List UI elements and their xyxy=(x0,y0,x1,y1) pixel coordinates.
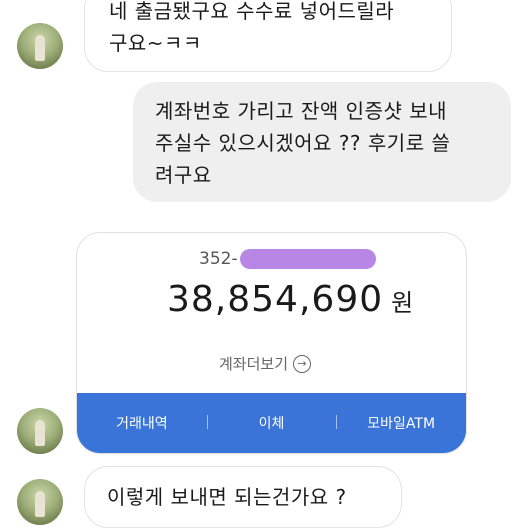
tab-transfer[interactable]: 이체 xyxy=(206,413,337,433)
message-text-line: 계좌번호 가리고 잔액 인증샷 보내 xyxy=(155,99,448,123)
message-text-line: 려구요 xyxy=(155,163,212,187)
account-number-mask xyxy=(239,249,376,269)
circled-right-arrow-icon: → xyxy=(293,354,312,373)
currency-unit: 원 xyxy=(391,289,414,317)
received-message-bubble: 네 출금됐구요 수수료 넣어드릴라 구요~ㅋㅋ xyxy=(84,0,452,72)
message-text-line: 이렇게 보내면 되는건가요 ? xyxy=(107,485,347,509)
message-text-line: 구요~ㅋㅋ xyxy=(109,31,202,55)
sender-avatar[interactable] xyxy=(17,408,63,454)
tab-transactions[interactable]: 거래내역 xyxy=(77,413,207,433)
account-details-label: 계좌더보기 xyxy=(219,355,289,373)
account-details-link[interactable]: 계좌더보기 → xyxy=(219,353,312,374)
sender-avatar[interactable] xyxy=(17,23,63,69)
received-message-bubble: 이렇게 보내면 되는건가요 ? xyxy=(84,466,402,528)
balance-amount: 38,854,690 xyxy=(167,279,384,320)
bank-tab-bar: 거래내역 이체 모바일ATM xyxy=(77,393,466,453)
bank-balance-screenshot[interactable]: 352- 38,854,690 원 계좌더보기 → 거래내역 이체 모바일ATM xyxy=(76,232,467,454)
tab-mobile-atm[interactable]: 모바일ATM xyxy=(336,413,466,433)
account-number-prefix: 352- xyxy=(199,249,238,269)
message-text-line: 네 출금됐구요 수수료 넣어드릴라 xyxy=(109,0,395,23)
message-text-line: 주실수 있으시겠어요 ?? 후기로 쓸 xyxy=(155,131,451,155)
sender-avatar[interactable] xyxy=(17,479,63,525)
balance-row: 38,854,690 원 xyxy=(167,279,413,320)
account-number-row: 352- xyxy=(199,247,376,271)
sent-message-bubble: 계좌번호 가리고 잔액 인증샷 보내 주실수 있으시겠어요 ?? 후기로 쓸 려… xyxy=(133,82,511,202)
